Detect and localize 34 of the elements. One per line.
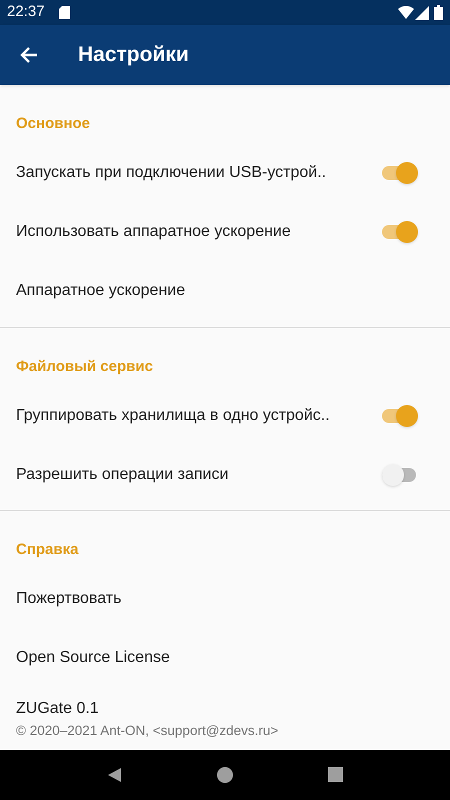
settings-row[interactable]: Использовать аппаратное ускорение	[0, 202, 450, 262]
settings-row[interactable]: Аппаратное ускорение	[0, 262, 450, 321]
toggle-switch[interactable]	[382, 221, 418, 244]
toggle-switch[interactable]	[382, 162, 418, 184]
setting-label: Разрешить операции записи	[16, 464, 230, 485]
toggle-switch[interactable]	[382, 464, 418, 486]
settings-row[interactable]: Open Source License	[0, 628, 450, 688]
settings-row[interactable]: Разрешить операции записи	[0, 445, 450, 504]
status-time: 22:37	[7, 2, 45, 22]
section-header: Основное	[15, 114, 92, 134]
recents-nav-icon[interactable]	[328, 767, 343, 782]
wifi-icon	[398, 6, 414, 20]
screen-title: Настройки	[78, 42, 189, 68]
section-header: Справка	[15, 540, 80, 560]
settings-row[interactable]: Пожертвовать	[0, 570, 450, 629]
home-nav-icon[interactable]	[217, 766, 234, 783]
section-header: Файловый сервис	[15, 356, 154, 377]
setting-label: ZUGate 0.1	[16, 698, 100, 719]
setting-label: Запускать при подключении USB-устрой..	[16, 163, 328, 184]
setting-label: Аппаратное ускорение	[16, 281, 186, 302]
signal-icon	[415, 6, 429, 20]
setting-label: Группировать хранилища в одно устройс..	[16, 406, 331, 426]
settings-row[interactable]: Группировать хранилища в одно устройс..	[0, 386, 450, 446]
sd-card-icon	[58, 6, 70, 20]
back-nav-icon[interactable]	[107, 766, 124, 783]
battery-icon	[434, 5, 443, 20]
toggle-switch[interactable]	[382, 404, 418, 427]
back-arrow-icon	[20, 46, 38, 64]
setting-label: Пожертвовать	[16, 589, 122, 610]
settings-row[interactable]: Запускать при подключении USB-устрой..	[0, 144, 450, 203]
setting-label: Использовать аппаратное ускорение	[16, 222, 292, 242]
setting-summary: © 2020–2021 Ant-ON, <support@zdevs.ru>	[16, 722, 280, 740]
setting-label: Open Source License	[16, 648, 170, 668]
settings-row[interactable]: ZUGate 0.1 © 2020–2021 Ant-ON, <support@zdevs.ru>	[0, 688, 450, 750]
